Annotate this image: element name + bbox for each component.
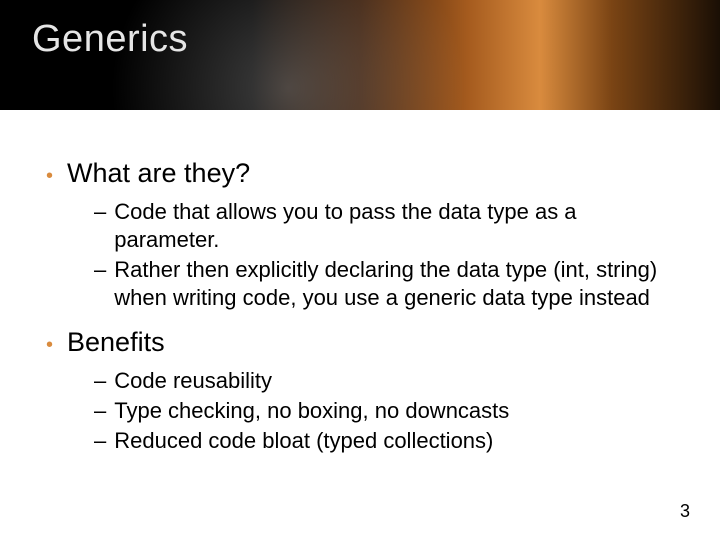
bullet-label: What are they? [67, 158, 250, 189]
sub-item-text: Type checking, no boxing, no downcasts [114, 397, 509, 425]
list-item: – Code reusability [94, 367, 674, 395]
bullet-icon: • [46, 331, 53, 359]
sub-item-text: Rather then explicitly declaring the dat… [114, 256, 674, 312]
sub-item-text: Code that allows you to pass the data ty… [114, 198, 674, 254]
list-item: – Code that allows you to pass the data … [94, 198, 674, 254]
list-item: • Benefits – Code reusability – Type che… [46, 327, 674, 455]
sub-item-text: Code reusability [114, 367, 272, 395]
bullet-label: Benefits [67, 327, 165, 358]
list-item: – Rather then explicitly declaring the d… [94, 256, 674, 312]
dash-icon: – [94, 367, 106, 395]
sub-item-text: Reduced code bloat (typed collections) [114, 427, 493, 455]
list-item: – Reduced code bloat (typed collections) [94, 427, 674, 455]
dash-icon: – [94, 256, 106, 284]
page-number: 3 [680, 501, 690, 522]
bullet-icon: • [46, 162, 53, 190]
list-item: – Type checking, no boxing, no downcasts [94, 397, 674, 425]
dash-icon: – [94, 397, 106, 425]
list-item: • What are they? – Code that allows you … [46, 158, 674, 313]
dash-icon: – [94, 198, 106, 226]
bullet-heading: • What are they? [46, 158, 674, 190]
bullet-heading: • Benefits [46, 327, 674, 359]
sub-list: – Code that allows you to pass the data … [94, 198, 674, 313]
sub-list: – Code reusability – Type checking, no b… [94, 367, 674, 455]
slide-content: • What are they? – Code that allows you … [0, 110, 720, 455]
dash-icon: – [94, 427, 106, 455]
bullet-list: • What are they? – Code that allows you … [46, 158, 674, 455]
slide-header: Generics [0, 0, 720, 110]
slide-title: Generics [32, 18, 188, 61]
slide: Generics • What are they? – Code that al… [0, 0, 720, 540]
